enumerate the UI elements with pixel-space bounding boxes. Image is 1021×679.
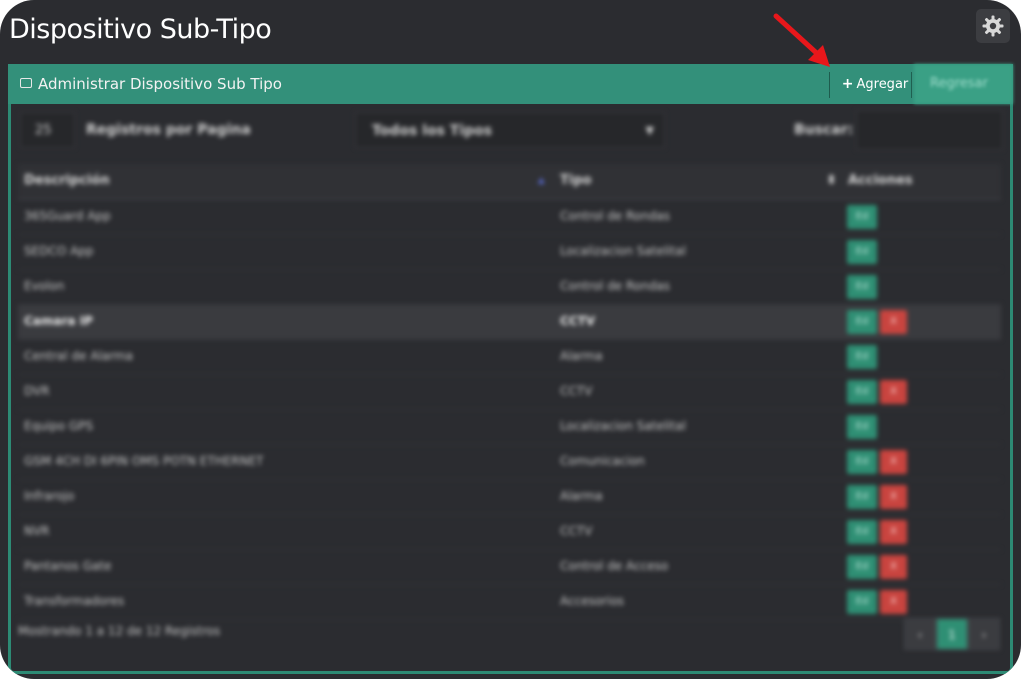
table-row: SEDCO App Localizacion Satelital Ed bbox=[18, 235, 1001, 270]
cell-type: Control de Acceso bbox=[560, 559, 669, 573]
table-body: 365Guard App Control de Rondas Ed SEDCO App… bbox=[18, 200, 1001, 620]
cell-type: Localizacion Satelital bbox=[560, 419, 686, 433]
table-row: DVR CCTV Ed X bbox=[18, 375, 1001, 410]
per-page-label: Registros por Pagina bbox=[86, 122, 251, 138]
delete-button[interactable]: X bbox=[880, 380, 907, 404]
table-info: Mostrando 1 a 12 de 12 Registros bbox=[18, 624, 221, 638]
cell-description: Evolon bbox=[24, 279, 65, 293]
table-row: Pantanos Gate Control de Acceso Ed X bbox=[18, 550, 1001, 585]
panel-header: Administrar Dispositivo Sub Tipo + Agrega… bbox=[8, 64, 1013, 104]
cell-type: Comunicacion bbox=[560, 454, 645, 468]
chevron-down-icon: ▼ bbox=[645, 124, 654, 137]
table-row: Evolon Control de Rondas Ed bbox=[18, 270, 1001, 305]
prev-page-button[interactable]: ‹ bbox=[904, 618, 936, 650]
table-row: Equipo GPS Localizacion Satelital Ed bbox=[18, 410, 1001, 445]
sort-icon: ⬍ bbox=[826, 173, 837, 188]
panel-title: Administrar Dispositivo Sub Tipo bbox=[20, 64, 282, 104]
edit-button[interactable]: Ed bbox=[847, 310, 877, 334]
plus-icon: + bbox=[841, 76, 854, 92]
edit-button[interactable]: Ed bbox=[847, 485, 877, 509]
table-row: Central de Alarma Alarma Ed bbox=[18, 340, 1001, 375]
cell-type: Localizacion Satelital bbox=[560, 244, 686, 258]
cell-type: Control de Rondas bbox=[560, 279, 670, 293]
next-page-button[interactable]: › bbox=[968, 618, 1000, 650]
table-row: NVR CCTV Ed X bbox=[18, 515, 1001, 550]
delete-button[interactable]: X bbox=[880, 485, 907, 509]
edit-button[interactable]: Ed bbox=[847, 520, 877, 544]
table-row: Camara IP CCTV Ed X bbox=[18, 305, 1001, 340]
app-window: Dispositivo Sub-Tipo Administrar Disposi… bbox=[0, 0, 1021, 679]
gear-icon bbox=[982, 15, 1004, 37]
edit-button[interactable]: Ed bbox=[847, 555, 877, 579]
cell-type: Alarma bbox=[560, 489, 603, 503]
search-label: Buscar: bbox=[794, 122, 854, 138]
edit-button[interactable]: Ed bbox=[847, 275, 877, 299]
page-title: Dispositivo Sub-Tipo bbox=[9, 14, 272, 45]
table-row: Infrarojo Alarma Ed X bbox=[18, 480, 1001, 515]
delete-button[interactable]: X bbox=[880, 310, 907, 334]
sort-icon: ▴ bbox=[538, 173, 545, 188]
edit-button[interactable]: Ed bbox=[847, 590, 877, 614]
table-row: Transformadores Accesorios Ed X bbox=[18, 585, 1001, 620]
cell-description: GSM 4CH DI 6PIN OMS POTN ETHERNET bbox=[24, 454, 264, 468]
cell-type: CCTV bbox=[560, 314, 596, 328]
cell-type: Control de Rondas bbox=[560, 209, 670, 223]
cell-description: Central de Alarma bbox=[24, 349, 133, 363]
column-header-actions: Acciones bbox=[848, 173, 913, 188]
edit-button[interactable]: Ed bbox=[847, 380, 877, 404]
delete-button[interactable]: X bbox=[880, 590, 907, 614]
page-button[interactable]: 1 bbox=[936, 618, 968, 650]
delete-button[interactable]: X bbox=[880, 555, 907, 579]
edit-button[interactable]: Ed bbox=[847, 415, 877, 439]
settings-button[interactable] bbox=[976, 9, 1010, 43]
cell-type: Alarma bbox=[560, 349, 603, 363]
arrow-annotation bbox=[773, 13, 830, 67]
add-button-label: Agregar bbox=[856, 77, 909, 92]
cell-description: Infrarojo bbox=[24, 489, 75, 503]
data-table: Descripción ▴ Tipo ⬍ Acciones 365Guard A… bbox=[18, 164, 1001, 620]
search-input[interactable] bbox=[856, 110, 1003, 150]
type-filter-select[interactable]: Todos los Tipos ▼ bbox=[355, 112, 665, 148]
divider bbox=[911, 72, 912, 98]
type-filter-value: Todos los Tipos bbox=[372, 123, 493, 139]
cell-description: SEDCO App bbox=[24, 244, 94, 258]
column-header-type[interactable]: Tipo bbox=[560, 164, 592, 198]
cell-type: CCTV bbox=[560, 524, 593, 538]
drive-icon bbox=[20, 78, 32, 88]
cell-type: CCTV bbox=[560, 384, 593, 398]
edit-button[interactable]: Ed bbox=[847, 345, 877, 369]
table-header: Descripción ▴ Tipo ⬍ Acciones bbox=[18, 164, 1001, 200]
cell-description: NVR bbox=[24, 524, 50, 538]
add-button[interactable]: + Agregar bbox=[838, 70, 912, 98]
table-row: GSM 4CH DI 6PIN OMS POTN ETHERNET Comunic… bbox=[18, 445, 1001, 480]
divider bbox=[829, 72, 830, 98]
cell-description: Pantanos Gate bbox=[24, 559, 112, 573]
cell-description: 365Guard App bbox=[24, 209, 111, 223]
edit-button[interactable]: Ed bbox=[847, 240, 877, 264]
edit-button[interactable]: Ed bbox=[847, 450, 877, 474]
edit-button[interactable]: Ed bbox=[847, 205, 877, 229]
column-header-description[interactable]: Descripción bbox=[24, 164, 110, 198]
cell-description: Equipo GPS bbox=[24, 419, 94, 433]
table-row: 365Guard App Control de Rondas Ed bbox=[18, 200, 1001, 235]
cell-description: Camara IP bbox=[24, 314, 93, 328]
panel-title-label: Administrar Dispositivo Sub Tipo bbox=[38, 75, 282, 93]
back-button[interactable]: Regresar bbox=[914, 64, 1013, 104]
per-page-select[interactable]: 25 bbox=[20, 112, 75, 148]
delete-button[interactable]: X bbox=[880, 520, 907, 544]
cell-description: Transformadores bbox=[24, 594, 125, 608]
cell-type: Accesorios bbox=[560, 594, 625, 608]
delete-button[interactable]: X bbox=[880, 450, 907, 474]
cell-description: DVR bbox=[24, 384, 50, 398]
pagination: ‹ 1 › bbox=[904, 618, 1000, 650]
table-toolbar: 25 Registros por Pagina Todos los Tipos … bbox=[18, 110, 1003, 152]
